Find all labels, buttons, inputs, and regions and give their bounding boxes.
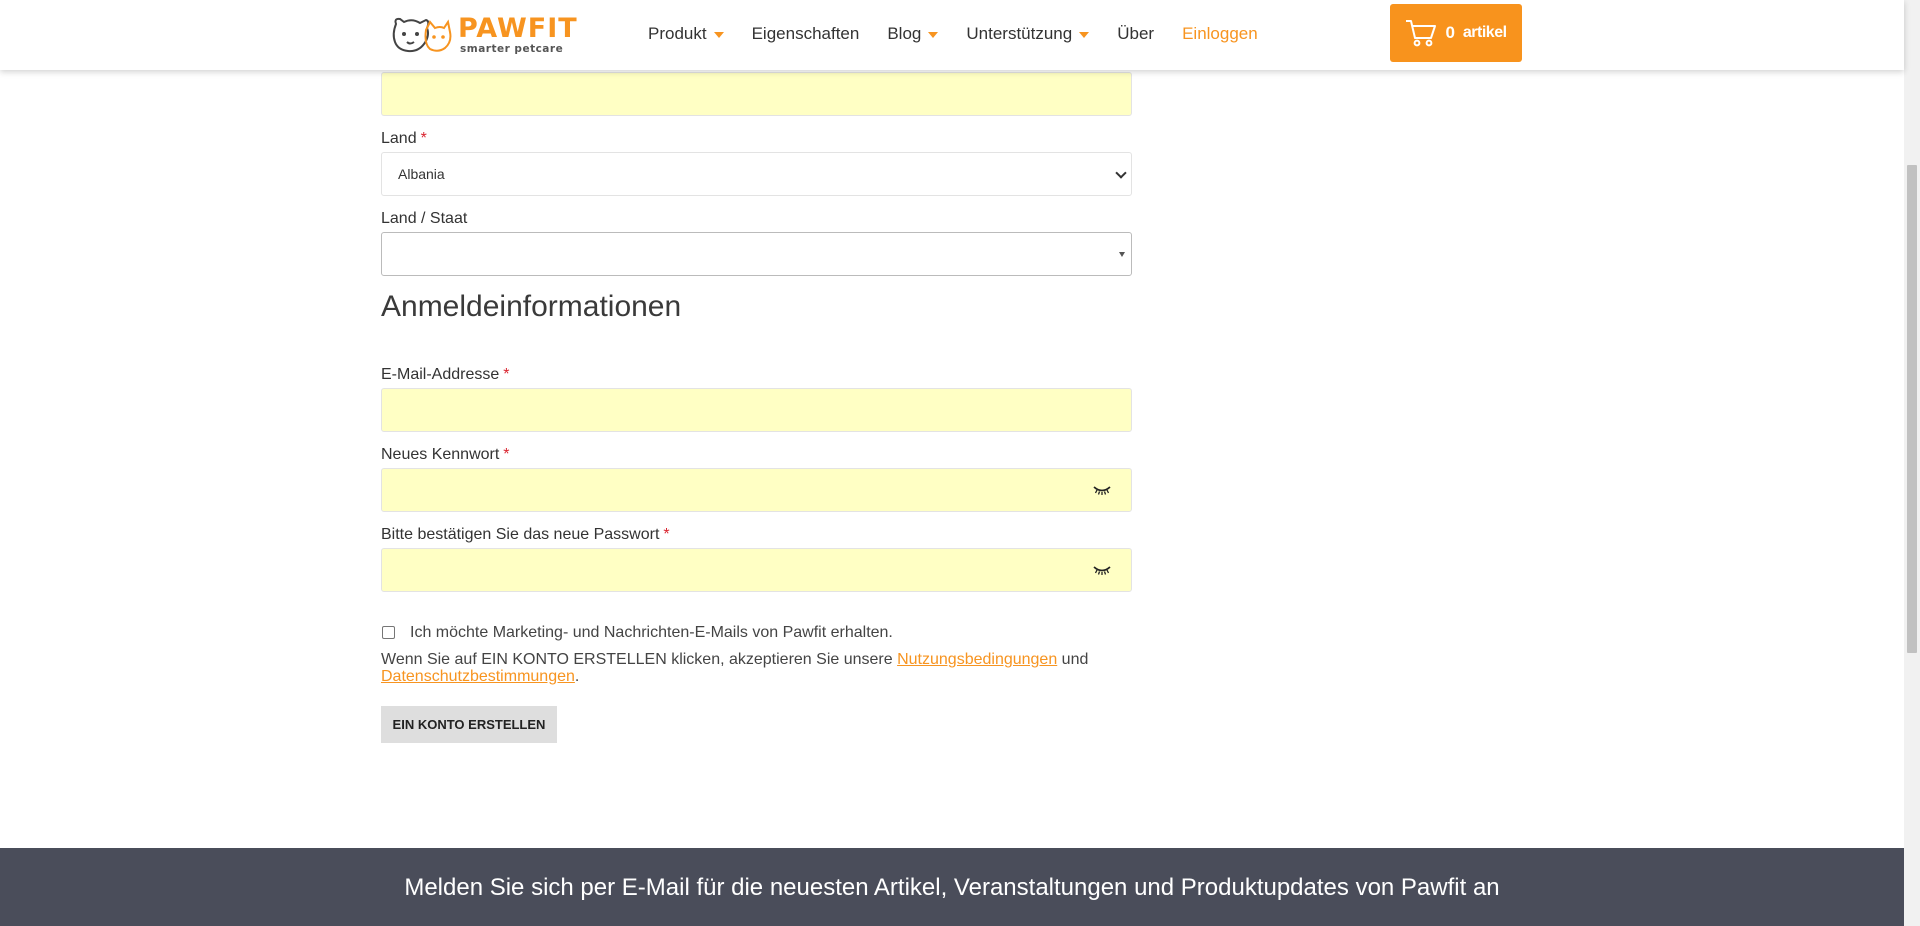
newsletter-heading: Melden Sie sich per E-Mail für die neues… <box>404 874 1500 901</box>
email-field[interactable] <box>381 388 1132 432</box>
pet-logo-icon <box>392 17 452 53</box>
caret-down-icon <box>1079 32 1090 38</box>
nav-item-ueber[interactable]: Über <box>1117 24 1154 44</box>
chevron-down-icon <box>1115 167 1127 179</box>
terms-suffix: . <box>574 668 580 685</box>
country-value: Albania <box>398 166 445 182</box>
nav-item-unterstuetzung[interactable]: Unterstützung <box>966 24 1090 44</box>
label-text: E-Mail-Addresse <box>381 366 500 383</box>
password-label: Neues Kennwort * <box>381 446 510 464</box>
confirm-password-field[interactable] <box>381 548 1132 592</box>
label-text: Neues Kennwort <box>381 446 500 463</box>
required-marker: * <box>420 130 427 147</box>
confirm-password-label: Bitte bestätigen Sie das neue Passwort * <box>381 526 670 544</box>
caret-down-icon <box>713 32 724 38</box>
scrollbar-thumb[interactable] <box>1907 165 1917 653</box>
nav-label: Produkt <box>648 24 707 43</box>
label-text: Land / Staat <box>381 210 468 227</box>
required-marker: * <box>663 526 670 543</box>
eye-closed-icon[interactable] <box>1093 484 1111 496</box>
marketing-checkbox[interactable] <box>382 626 395 639</box>
site-header: PAWFIT smarter petcare Produkt Eigenscha… <box>0 0 1904 70</box>
dropdown-arrow-icon <box>1119 252 1125 257</box>
logo-tagline: smarter petcare <box>460 43 564 55</box>
state-select[interactable] <box>381 232 1132 276</box>
logo-wordmark: PAWFIT <box>458 13 578 44</box>
nav-label: Über <box>1117 24 1155 43</box>
address-field[interactable] <box>381 72 1132 116</box>
terms-notice: Wenn Sie auf EIN KONTO ERSTELLEN klicken… <box>381 651 1141 685</box>
pawfit-logo[interactable]: PAWFIT smarter petcare <box>390 12 578 58</box>
nav-label: Eigenschaften <box>751 24 860 43</box>
cart-icon <box>1406 20 1437 47</box>
nav-item-blog[interactable]: Blog <box>887 24 939 44</box>
main-nav: Produkt Eigenschaften Blog Unterstützung… <box>648 0 1286 68</box>
nav-item-eigenschaften[interactable]: Eigenschaften <box>752 24 860 44</box>
marketing-checkbox-label: Ich möchte Marketing- und Nachrichten-E-… <box>410 624 893 641</box>
create-account-button[interactable]: EIN KONTO ERSTELLEN <box>381 706 557 743</box>
cart-label: artikel <box>1462 24 1507 41</box>
email-label: E-Mail-Addresse * <box>381 366 510 384</box>
required-marker: * <box>503 366 510 383</box>
label-text: Land <box>381 130 417 147</box>
newsletter-footer: Melden Sie sich per E-Mail für die neues… <box>0 848 1904 926</box>
nav-item-einloggen[interactable]: Einloggen <box>1182 24 1258 44</box>
privacy-policy-link[interactable]: Datenschutzbestimmungen <box>381 668 575 685</box>
nav-label: Unterstützung <box>966 24 1073 43</box>
page-scrollbar[interactable] <box>1904 0 1920 926</box>
nav-label: Einloggen <box>1182 24 1258 43</box>
terms-prefix: Wenn Sie auf EIN KONTO ERSTELLEN klicken… <box>381 651 898 668</box>
password-field[interactable] <box>381 468 1132 512</box>
cart-button[interactable]: 0 artikel <box>1390 4 1522 62</box>
nav-item-produkt[interactable]: Produkt <box>648 24 724 44</box>
country-label: Land * <box>381 130 427 148</box>
cart-count: 0 <box>1445 23 1455 42</box>
country-select[interactable]: Albania <box>381 152 1132 196</box>
state-label: Land / Staat <box>381 210 467 228</box>
label-text: Bitte bestätigen Sie das neue Passwort <box>381 526 660 543</box>
terms-of-use-link[interactable]: Nutzungsbedingungen <box>897 651 1057 668</box>
eye-closed-icon[interactable] <box>1093 564 1111 576</box>
nav-label: Blog <box>887 24 922 43</box>
caret-down-icon <box>928 32 939 38</box>
terms-middle: und <box>1057 651 1089 668</box>
required-marker: * <box>503 446 510 463</box>
section-title-login: Anmeldeinformationen <box>381 290 682 323</box>
